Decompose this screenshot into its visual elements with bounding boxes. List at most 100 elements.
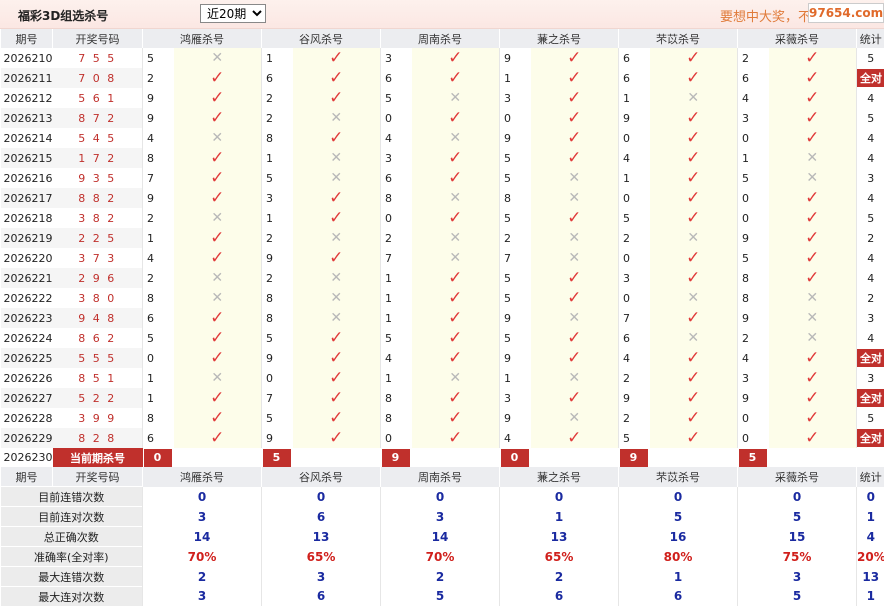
period-cell: 2026210 <box>1 48 53 68</box>
check-icon <box>531 88 619 108</box>
stats-value: 75% <box>738 547 857 567</box>
period-range-select[interactable]: 近20期 <box>200 4 266 23</box>
draw-number-cell: 5 4 5 <box>53 128 143 148</box>
kill-number-cell: 0 <box>619 248 650 268</box>
kill-number-cell: 9 <box>262 348 293 368</box>
current-kill-cell: 9 <box>381 448 500 467</box>
stat-cell: 2 <box>857 288 884 308</box>
check-icon <box>650 48 738 68</box>
draw-number-cell: 2 2 5 <box>53 228 143 248</box>
kill-number-cell: 4 <box>381 128 412 148</box>
stats-value: 0 <box>500 487 619 507</box>
header-stat: 统计 <box>857 467 884 487</box>
draw-number-cell: 8 2 8 <box>53 428 143 448</box>
kill-number-cell: 9 <box>738 308 769 328</box>
period-cell: 2026225 <box>1 348 53 368</box>
kill-number-cell: 9 <box>262 248 293 268</box>
kill-number-cell: 9 <box>143 88 174 108</box>
table-row: 20262239 4 86819793 <box>1 308 884 328</box>
cross-icon <box>650 88 738 108</box>
check-icon <box>531 268 619 288</box>
check-icon <box>769 408 857 428</box>
kill-number-cell: 5 <box>262 408 293 428</box>
check-icon <box>293 128 381 148</box>
period-cell: 2026214 <box>1 128 53 148</box>
check-icon <box>412 268 500 288</box>
top-bar: 福彩3D组选杀号 近20期 要想中大奖，不 97654.com <box>0 0 884 29</box>
stat-cell: 全对 <box>857 348 884 368</box>
stats-value: 1 <box>857 507 884 527</box>
kill-number-cell: 7 <box>381 248 412 268</box>
check-icon <box>293 428 381 448</box>
table-row: 20262275 2 2178399全对 <box>1 388 884 408</box>
check-icon <box>174 348 262 368</box>
table-row: 20262125 6 19253144 <box>1 88 884 108</box>
check-icon <box>293 48 381 68</box>
stats-label: 目前连错次数 <box>1 487 143 507</box>
kill-number-cell: 5 <box>143 48 174 68</box>
header-expert: 芣苡杀号 <box>619 29 738 48</box>
check-icon <box>769 248 857 268</box>
kill-number-cell: 1 <box>619 168 650 188</box>
check-icon <box>650 308 738 328</box>
check-icon <box>769 228 857 248</box>
stats-value: 14 <box>381 527 500 547</box>
stats-value: 0 <box>381 487 500 507</box>
period-cell: 2026228 <box>1 408 53 428</box>
table-row: 20262212 9 62215384 <box>1 268 884 288</box>
stats-value: 13 <box>262 527 381 547</box>
cross-icon <box>531 308 619 328</box>
period-cell: 2026213 <box>1 108 53 128</box>
check-icon <box>531 48 619 68</box>
stats-value: 15 <box>738 527 857 547</box>
header-expert: 蒹之杀号 <box>500 467 619 487</box>
check-icon <box>531 328 619 348</box>
check-icon <box>412 48 500 68</box>
header-expert: 采薇杀号 <box>738 29 857 48</box>
header-period: 期号 <box>1 29 53 48</box>
cross-icon <box>531 228 619 248</box>
stats-value: 20% <box>857 547 884 567</box>
header-expert: 芣苡杀号 <box>619 467 738 487</box>
kill-number-cell: 7 <box>619 308 650 328</box>
kill-number-cell: 6 <box>262 68 293 88</box>
table-row: 20262117 0 8266166全对 <box>1 68 884 88</box>
draw-number-cell: 5 5 5 <box>53 348 143 368</box>
check-icon <box>293 348 381 368</box>
period-cell: 2026222 <box>1 288 53 308</box>
kill-number-cell: 3 <box>619 268 650 288</box>
check-icon <box>531 348 619 368</box>
cross-icon <box>769 148 857 168</box>
kill-number-cell: 9 <box>738 388 769 408</box>
kill-number-cell: 1 <box>500 68 531 88</box>
check-icon <box>412 108 500 128</box>
kill-number-cell: 4 <box>619 148 650 168</box>
kill-number-cell: 0 <box>738 128 769 148</box>
kill-number-cell: 2 <box>262 108 293 128</box>
site-badge[interactable]: 97654.com <box>808 3 884 23</box>
stat-cell: 3 <box>857 368 884 388</box>
kill-number-cell: 5 <box>619 428 650 448</box>
cross-icon <box>412 128 500 148</box>
kill-number-cell: 1 <box>143 368 174 388</box>
check-icon <box>531 68 619 88</box>
period-cell: 2026221 <box>1 268 53 288</box>
kill-number-table: 期号开奖号码鸿雁杀号谷风杀号周南杀号蒹之杀号芣苡杀号采薇杀号统计 2026210… <box>0 29 884 606</box>
check-icon <box>769 268 857 288</box>
table-row: 20262178 8 29388004 <box>1 188 884 208</box>
kill-number-cell: 5 <box>500 168 531 188</box>
current-kill-cell: 5 <box>738 448 857 467</box>
check-icon <box>174 388 262 408</box>
table-row: 20262298 2 8690450全对 <box>1 428 884 448</box>
draw-number-cell: 3 9 9 <box>53 408 143 428</box>
kill-number-cell: 0 <box>738 188 769 208</box>
kill-number-cell: 0 <box>262 368 293 388</box>
header-expert: 鸿雁杀号 <box>143 29 262 48</box>
kill-number-cell: 6 <box>381 68 412 88</box>
check-icon <box>769 88 857 108</box>
check-icon <box>412 388 500 408</box>
check-icon <box>293 328 381 348</box>
kill-number-cell: 8 <box>381 188 412 208</box>
stats-value: 3 <box>262 567 381 587</box>
cross-icon <box>412 228 500 248</box>
